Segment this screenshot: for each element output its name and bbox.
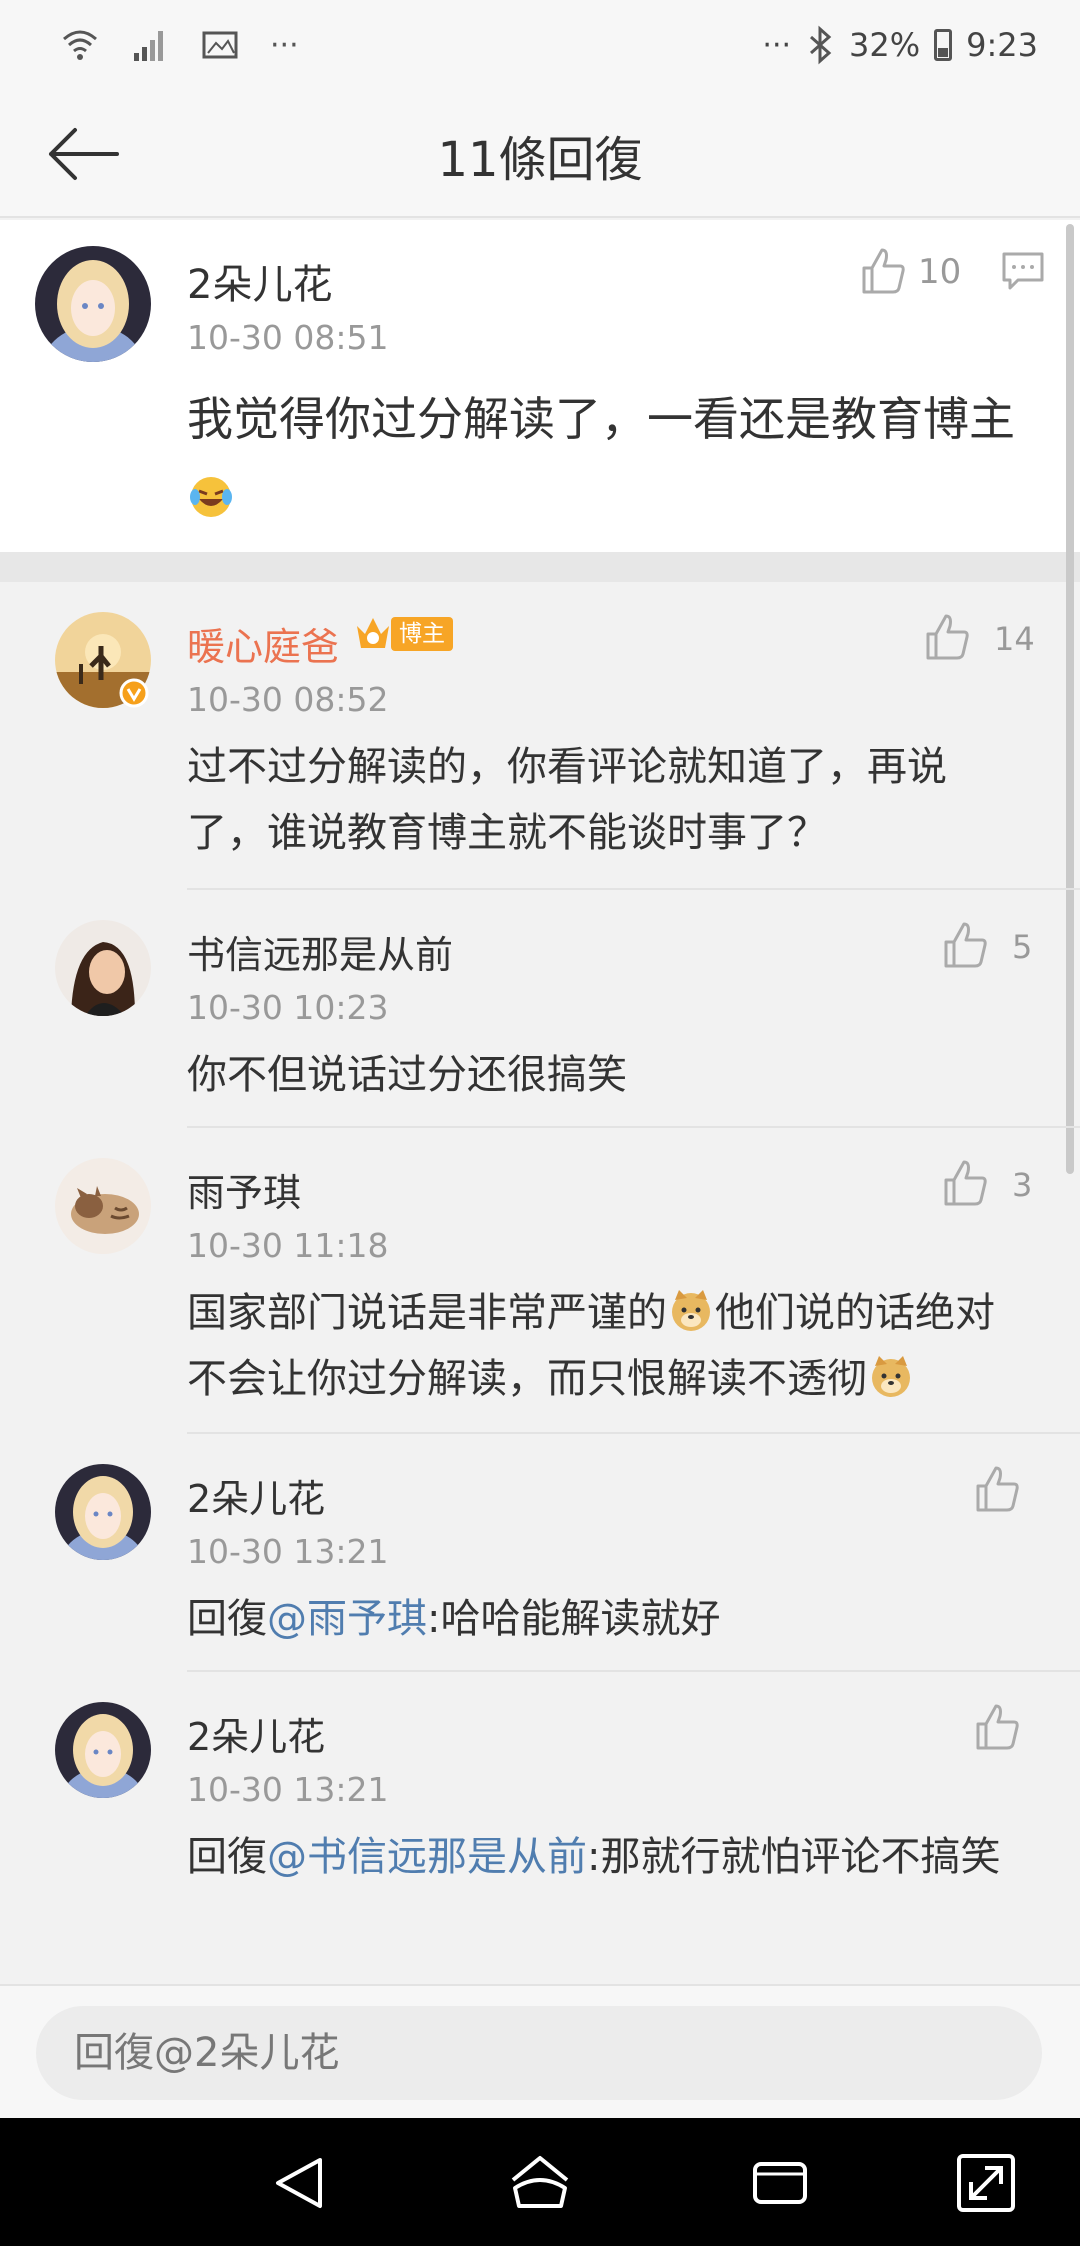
reply-time: 10-30 08:52: [187, 680, 389, 719]
like-count: 5: [1012, 928, 1033, 966]
reply-author[interactable]: 2朵儿花: [187, 1706, 325, 1761]
reply-item: 书信远那是从前 10-30 10:23 你不但说话过分还很搞笑 5: [0, 890, 1080, 1128]
root-comment: 2朵儿花 10-30 08:51 我觉得你过分解读了，一看还是教育博主 10: [0, 220, 1080, 552]
reply-input[interactable]: 回復@2朵儿花: [36, 2006, 1042, 2100]
system-nav-bar: [0, 2118, 1080, 2246]
wifi-icon: [63, 30, 97, 60]
recent-apps-icon[interactable]: [745, 2148, 815, 2218]
reply-text-body: :那就行就怕评论不搞笑: [587, 1834, 1001, 1880]
like-icon[interactable]: [940, 920, 990, 970]
avatar[interactable]: [55, 1702, 151, 1798]
crown-icon: [357, 618, 389, 648]
status-left-icons: ···: [60, 22, 299, 68]
header: 11條回復: [0, 90, 1080, 218]
reply-prefix: 回復: [187, 1596, 267, 1642]
battery-percent: 32%: [849, 26, 921, 64]
comment-author[interactable]: 2朵儿花: [187, 252, 332, 310]
like-count: 10: [918, 252, 962, 292]
comment-text-body: 我觉得你过分解读了，一看还是教育博主: [187, 392, 1015, 446]
mention-link[interactable]: @雨予琪: [267, 1596, 427, 1642]
like-icon[interactable]: [940, 1158, 990, 1208]
clock: 9:23: [966, 26, 1038, 64]
like-icon[interactable]: [922, 612, 972, 662]
doge-emoji-icon: [872, 1356, 910, 1397]
reply-text-part: 国家部门说话是非常严谨的: [187, 1290, 667, 1336]
blogger-badge: 博主: [353, 612, 453, 656]
image-notification-icon: [202, 31, 238, 59]
overflow-dots-icon: ···: [762, 27, 792, 63]
laugh-cry-emoji-icon: [190, 477, 232, 517]
reply-item: 暖心庭爸 博主 10-30 08:52 过不过分解读的，你看评论就知道了，再说了…: [0, 582, 1080, 890]
status-right-icons: ··· 32% 9:23: [762, 22, 1038, 68]
like-icon[interactable]: [972, 1702, 1022, 1752]
avatar[interactable]: [55, 920, 151, 1016]
reply-item: 2朵儿花 10-30 13:21 回復@雨予琪:哈哈能解读就好: [0, 1434, 1080, 1672]
reply-author[interactable]: 2朵儿花: [187, 1468, 325, 1523]
page-title: 11條回復: [437, 132, 643, 188]
verified-badge-icon: [119, 678, 149, 708]
section-divider: [0, 552, 1080, 582]
reply-text: 回復@书信远那是从前:那就行就怕评论不搞笑: [187, 1824, 1017, 1890]
battery-icon: [934, 29, 953, 61]
reply-author[interactable]: 雨予琪: [187, 1162, 301, 1217]
reply-text: 回復@雨予琪:哈哈能解读就好: [187, 1586, 1017, 1652]
reply-text: 你不但说话过分还很搞笑: [187, 1052, 627, 1098]
reply-item: 2朵儿花 10-30 13:21 回復@书信远那是从前:那就行就怕评论不搞笑: [0, 1672, 1080, 1984]
avatar[interactable]: [55, 1464, 151, 1560]
reply-text-body: :哈哈能解读就好: [427, 1596, 721, 1642]
badge-label: 博主: [391, 617, 453, 651]
reply-comment-icon[interactable]: [1000, 250, 1046, 292]
reply-input-bar: 回復@2朵儿花: [0, 1984, 1080, 2118]
reply-item: 雨予琪 10-30 11:18 国家部门说话是非常严谨的 他们说的话绝对不会让你…: [0, 1128, 1080, 1434]
home-nav-icon[interactable]: [505, 2148, 575, 2218]
avatar[interactable]: [35, 246, 151, 362]
like-count: 3: [1012, 1166, 1033, 1204]
mention-link[interactable]: @书信远那是从前: [267, 1834, 587, 1880]
doge-emoji-icon: [672, 1290, 710, 1331]
expand-icon[interactable]: [951, 2148, 1021, 2218]
reply-prefix: 回復: [187, 1834, 267, 1880]
comment-text: 我觉得你过分解读了，一看还是教育博主: [187, 380, 1017, 536]
reply-text: 过不过分解读的，你看评论就知道了，再说了，谁说教育博主就不能谈时事了？: [187, 744, 947, 856]
reply-time: 10-30 13:21: [187, 1532, 389, 1571]
signal-icon: [134, 31, 163, 61]
avatar[interactable]: [55, 1158, 151, 1254]
like-icon[interactable]: [858, 246, 908, 296]
reply-text: 国家部门说话是非常严谨的 他们说的话绝对不会让你过分解读，而只恨解读不透彻: [187, 1280, 1017, 1412]
reply-time: 10-30 10:23: [187, 988, 389, 1027]
status-bar: ··· ··· 32% 9:23: [0, 0, 1080, 90]
reply-time: 10-30 11:18: [187, 1226, 389, 1265]
reply-author[interactable]: 暖心庭爸: [187, 616, 339, 671]
bluetooth-icon: [810, 25, 832, 65]
like-count: 14: [994, 620, 1035, 658]
like-icon[interactable]: [972, 1464, 1022, 1514]
reply-time: 10-30 13:21: [187, 1770, 389, 1809]
back-nav-icon[interactable]: [266, 2148, 336, 2218]
comment-time: 10-30 08:51: [187, 318, 389, 357]
more-notifications-icon: ···: [270, 27, 299, 63]
reply-author[interactable]: 书信远那是从前: [187, 924, 453, 979]
